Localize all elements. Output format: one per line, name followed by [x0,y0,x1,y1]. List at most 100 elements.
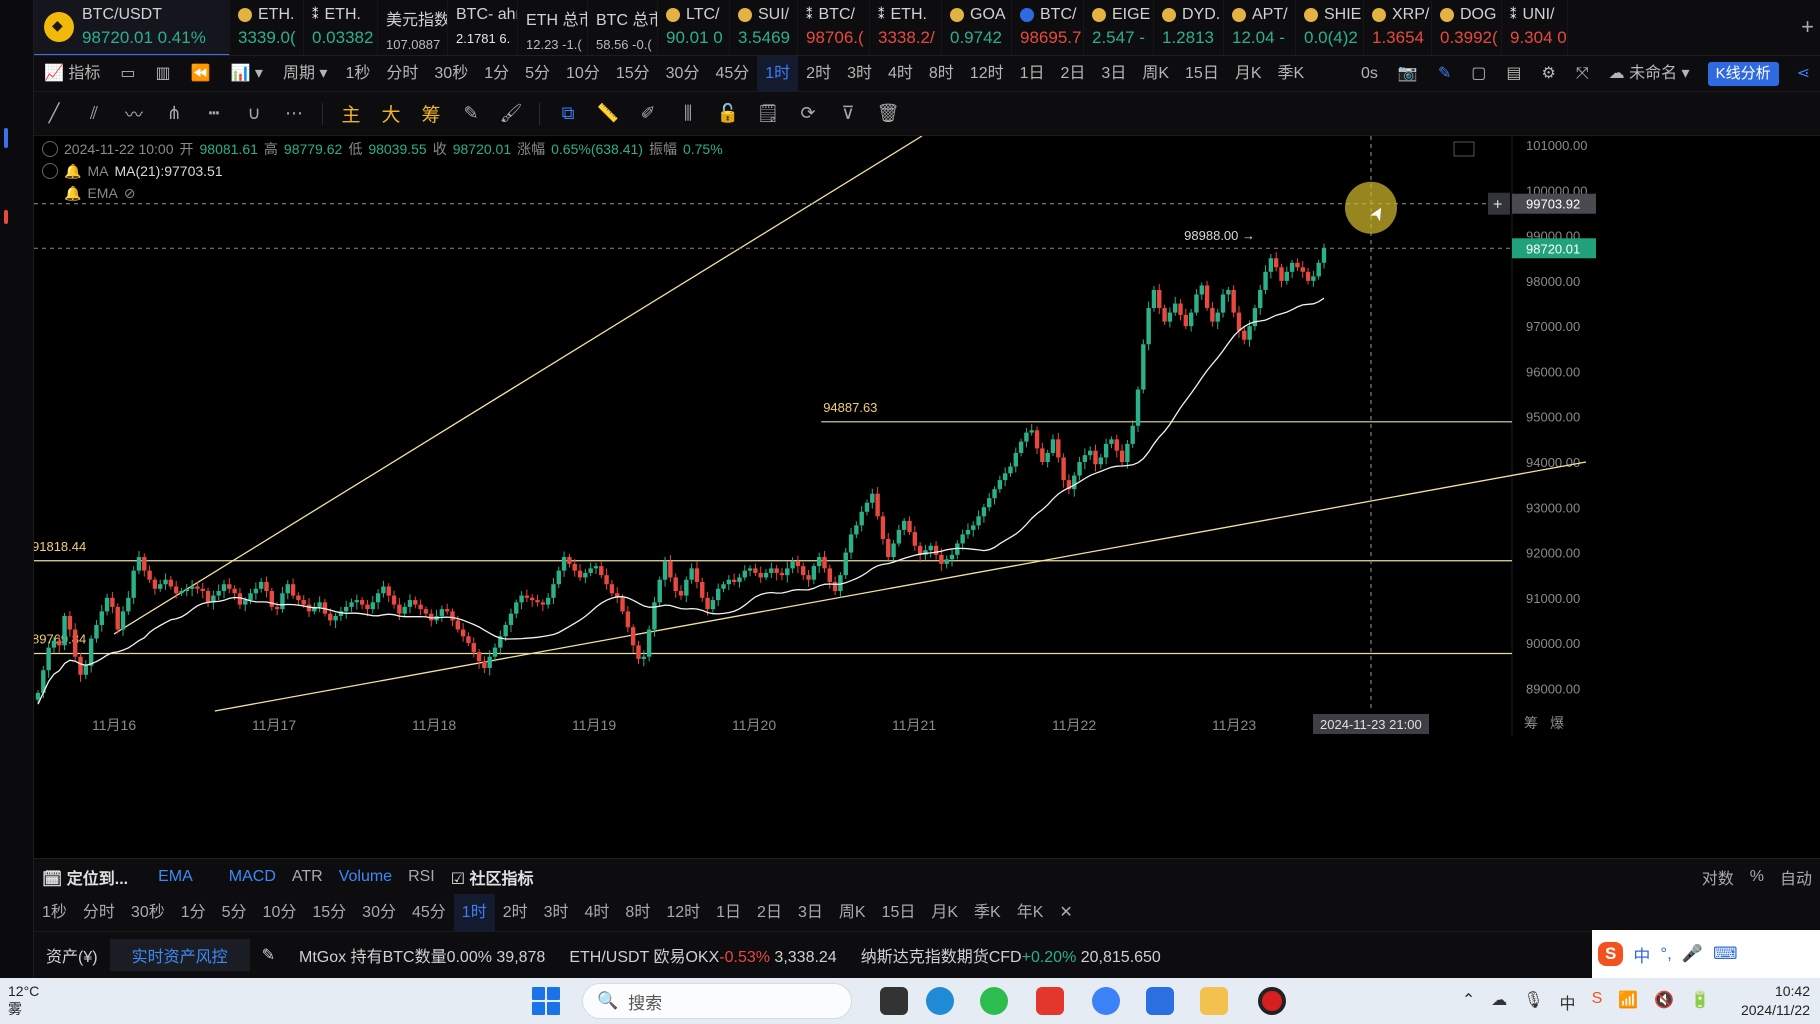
ticker-item[interactable]: DYD. 1.2813 [1154,0,1224,55]
period-tab[interactable]: 3日 [790,894,831,932]
parallel-channel-icon[interactable]: ⫽ [74,92,114,136]
ticker-item[interactable]: BTC/98695.7 [1012,0,1084,55]
ticker-item[interactable]: APT/12.04 - [1224,0,1296,55]
brush-icon[interactable]: 🖌 [491,92,531,136]
calendar-icon[interactable]: ▭ [110,56,145,92]
compare-icon[interactable]: ⫼ [668,92,708,136]
filter-icon[interactable]: ⊽ [828,92,868,136]
wechat-icon[interactable] [980,987,1008,1015]
interval-tab[interactable]: 1秒 [337,56,378,92]
line-tool-icon[interactable]: ╱ [34,92,74,136]
wps-icon[interactable] [1036,987,1064,1015]
ime-punct[interactable]: °, [1660,944,1672,964]
draw-pen-icon[interactable]: ✎ [1428,56,1461,92]
layout-icon[interactable]: ▥ [146,56,181,92]
chart-canvas[interactable]: 101000.00100000.0099000.0098000.0097000.… [34,136,1820,858]
indicator-volume[interactable]: Volume [331,868,400,886]
close-icon[interactable]: ✕ [1051,894,1080,932]
ticker-item[interactable]: BTC/USDT98720.01 0.41% [34,0,230,55]
taskbar-clock[interactable]: 10:42 2024/11/22 [1741,982,1810,1020]
interval-tab[interactable]: 10分 [558,56,608,92]
feishu-icon[interactable] [1092,987,1120,1015]
collapse-toggle-icon[interactable] [42,141,58,157]
interval-tab[interactable]: 30秒 [426,56,476,92]
interval-tab[interactable]: 季K [1270,56,1313,92]
interval-tab[interactable]: 45分 [707,56,757,92]
ticker-item[interactable]: GOA 0.9742 [942,0,1012,55]
interval-tab[interactable]: 3日 [1093,56,1134,92]
interval-tab[interactable]: 1日 [1012,56,1053,92]
fullscreen-icon[interactable]: ⤧ [1566,56,1599,92]
ticker-item[interactable]: 美元指数 107.0887 [378,0,448,55]
ticker-item[interactable]: ⁑ UNI/9.304 0 [1502,0,1568,55]
onedrive-icon[interactable]: ☁ [1491,990,1507,1014]
record-icon[interactable] [1258,987,1286,1015]
share-icon[interactable]: ⋖ [1787,56,1820,92]
task-view-icon[interactable] [880,987,908,1015]
period-tab[interactable]: 季K [966,894,1009,932]
indicator-macd[interactable]: MACD [221,868,284,886]
bell-icon[interactable]: 🔔 [64,182,81,204]
period-tab[interactable]: 8时 [617,894,658,932]
indicator-ema[interactable]: EMA [150,868,201,886]
indicator-atr[interactable]: ATR [284,868,331,886]
status-ticker[interactable]: MtGox 持有BTC数量0.00% 39,878 [287,943,557,967]
indicator-rsi[interactable]: RSI [400,868,443,886]
interval-tab[interactable]: 8时 [921,56,962,92]
status-ticker[interactable]: 纳斯达克指数期货CFD+0.20% 20,815.650 [849,943,1173,967]
period-tab[interactable]: 1日 [708,894,749,932]
highlighter-icon[interactable]: ✐ [628,92,668,136]
interval-tab[interactable]: 2时 [798,56,839,92]
link-icon[interactable]: ⟳ [788,92,828,136]
period-tab[interactable]: 15分 [304,894,354,932]
status-ticker[interactable]: ETH/USDT 欧易OKX-0.53% 3,338.24 [557,943,848,967]
arc-tool-icon[interactable]: ∪ [234,92,274,136]
ime-tray-icon[interactable]: 中 [1560,990,1576,1014]
camera-icon[interactable]: 📷 [1388,56,1428,92]
settings-gear-icon[interactable]: ⚙ [1531,56,1565,92]
fib-tool-icon[interactable]: ⋔ [154,92,194,136]
microphone-icon[interactable]: 🎙 [1523,990,1543,1014]
assets-label[interactable]: 资产(¥) [34,943,110,967]
period-tab[interactable]: 15日 [874,894,924,932]
period-tab[interactable]: 3时 [536,894,577,932]
period-tab[interactable]: 年K [1009,894,1052,932]
window-icon[interactable]: ▢ [1461,56,1496,92]
collapse-toggle-icon[interactable] [42,163,58,179]
period-tab[interactable]: 月K [923,894,966,932]
auto-scale-toggle[interactable]: 自动 [1772,865,1820,889]
taskbar-search[interactable]: 🔍 搜索 [582,983,852,1019]
chevron-up-icon[interactable]: ⌃ [1462,990,1475,1014]
indicators-button[interactable]: 📈 指标 [34,56,110,92]
app-icon[interactable] [1146,987,1174,1015]
period-tab[interactable]: 30秒 [123,894,173,932]
ticker-item[interactable]: ETH. 3339.0( [230,0,304,55]
community-indicators-button[interactable]: ☑ 社区指标 [443,865,542,889]
replay-icon[interactable]: ⏪ [181,56,221,92]
period-tab[interactable]: 1分 [173,894,214,932]
magnet-icon[interactable]: ⧉ [548,92,588,136]
period-tab[interactable]: 周K [831,894,874,932]
bell-icon[interactable]: 🔔 [64,160,81,182]
ticker-item[interactable]: BTC 总市 58.56 -0.( [588,0,658,55]
ticker-item[interactable]: ETH 总市 12.23 -1.( [518,0,588,55]
ticker-item[interactable]: XRP/1.3654 [1364,0,1432,55]
interval-tab[interactable]: 30分 [658,56,708,92]
kline-analysis-button[interactable]: K线分析 [1707,61,1779,86]
period-tab[interactable]: 10分 [255,894,305,932]
add-ticker-icon[interactable]: + [1801,14,1814,40]
notes-icon[interactable]: 🗒 [748,92,788,136]
ticker-item[interactable]: DOG 0.3992( [1432,0,1502,55]
ticker-item[interactable]: SHIE 0.0(4)2 [1296,0,1364,55]
edit-icon[interactable]: ✎ [451,92,491,136]
interval-tab[interactable]: 15日 [1177,56,1227,92]
sogou-tray-icon[interactable]: S [1592,990,1603,1014]
wave-tool-icon[interactable]: 〰 [114,92,154,136]
period-tab[interactable]: 1秒 [34,894,75,932]
ime-lang[interactable]: 中 [1633,942,1650,967]
trash-icon[interactable]: 🗑 [868,92,908,136]
main-force-tool[interactable]: 主 [331,92,371,136]
locate-button[interactable]: 🗓 定位到... [34,865,136,889]
lock-icon[interactable]: 🔓 [708,92,748,136]
chip-tool[interactable]: 筹 [411,92,451,136]
